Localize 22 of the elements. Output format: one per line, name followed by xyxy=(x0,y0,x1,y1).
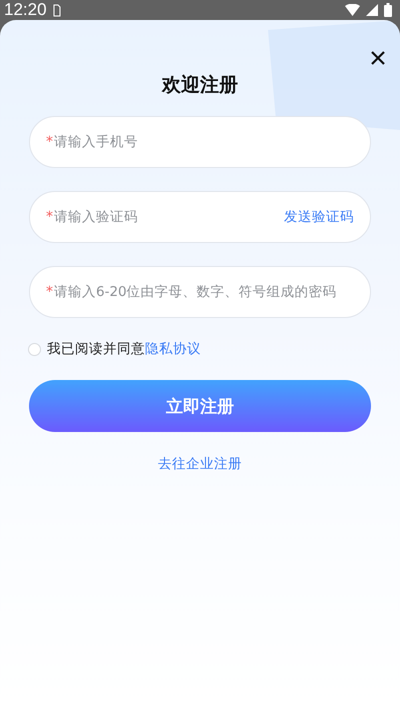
input-field[interactable]: *请输入验证码 发送验证码 xyxy=(29,191,371,243)
sim-card-icon xyxy=(52,4,61,16)
status-time: 12:20 xyxy=(4,0,47,20)
text-input[interactable]: 请输入6-20位由字母、数字、符号组成的密码 xyxy=(54,284,354,300)
battery-icon xyxy=(384,3,392,17)
agreement-text: 我已阅读并同意隐私协议 xyxy=(47,340,201,358)
register-button[interactable]: 立即注册 xyxy=(29,380,371,432)
enterprise-register-link[interactable]: 去往企业注册 xyxy=(152,454,248,474)
agreement-checkbox[interactable] xyxy=(28,342,41,356)
wifi-icon xyxy=(345,4,360,16)
required-mark: * xyxy=(46,134,53,150)
send-code-button[interactable]: 发送验证码 xyxy=(284,208,354,226)
close-icon[interactable] xyxy=(370,50,386,66)
required-mark: * xyxy=(46,209,53,225)
required-mark: * xyxy=(46,284,53,300)
page-title: 欢迎注册 xyxy=(162,73,238,98)
privacy-link[interactable]: 隐私协议 xyxy=(145,341,201,357)
input-field[interactable]: *请输入6-20位由字母、数字、符号组成的密码 xyxy=(29,266,371,318)
signal-icon xyxy=(366,4,378,16)
text-input[interactable]: 请输入验证码 xyxy=(54,209,284,225)
text-input[interactable]: 请输入手机号 xyxy=(54,134,354,150)
input-field[interactable]: *请输入手机号 xyxy=(29,116,371,168)
